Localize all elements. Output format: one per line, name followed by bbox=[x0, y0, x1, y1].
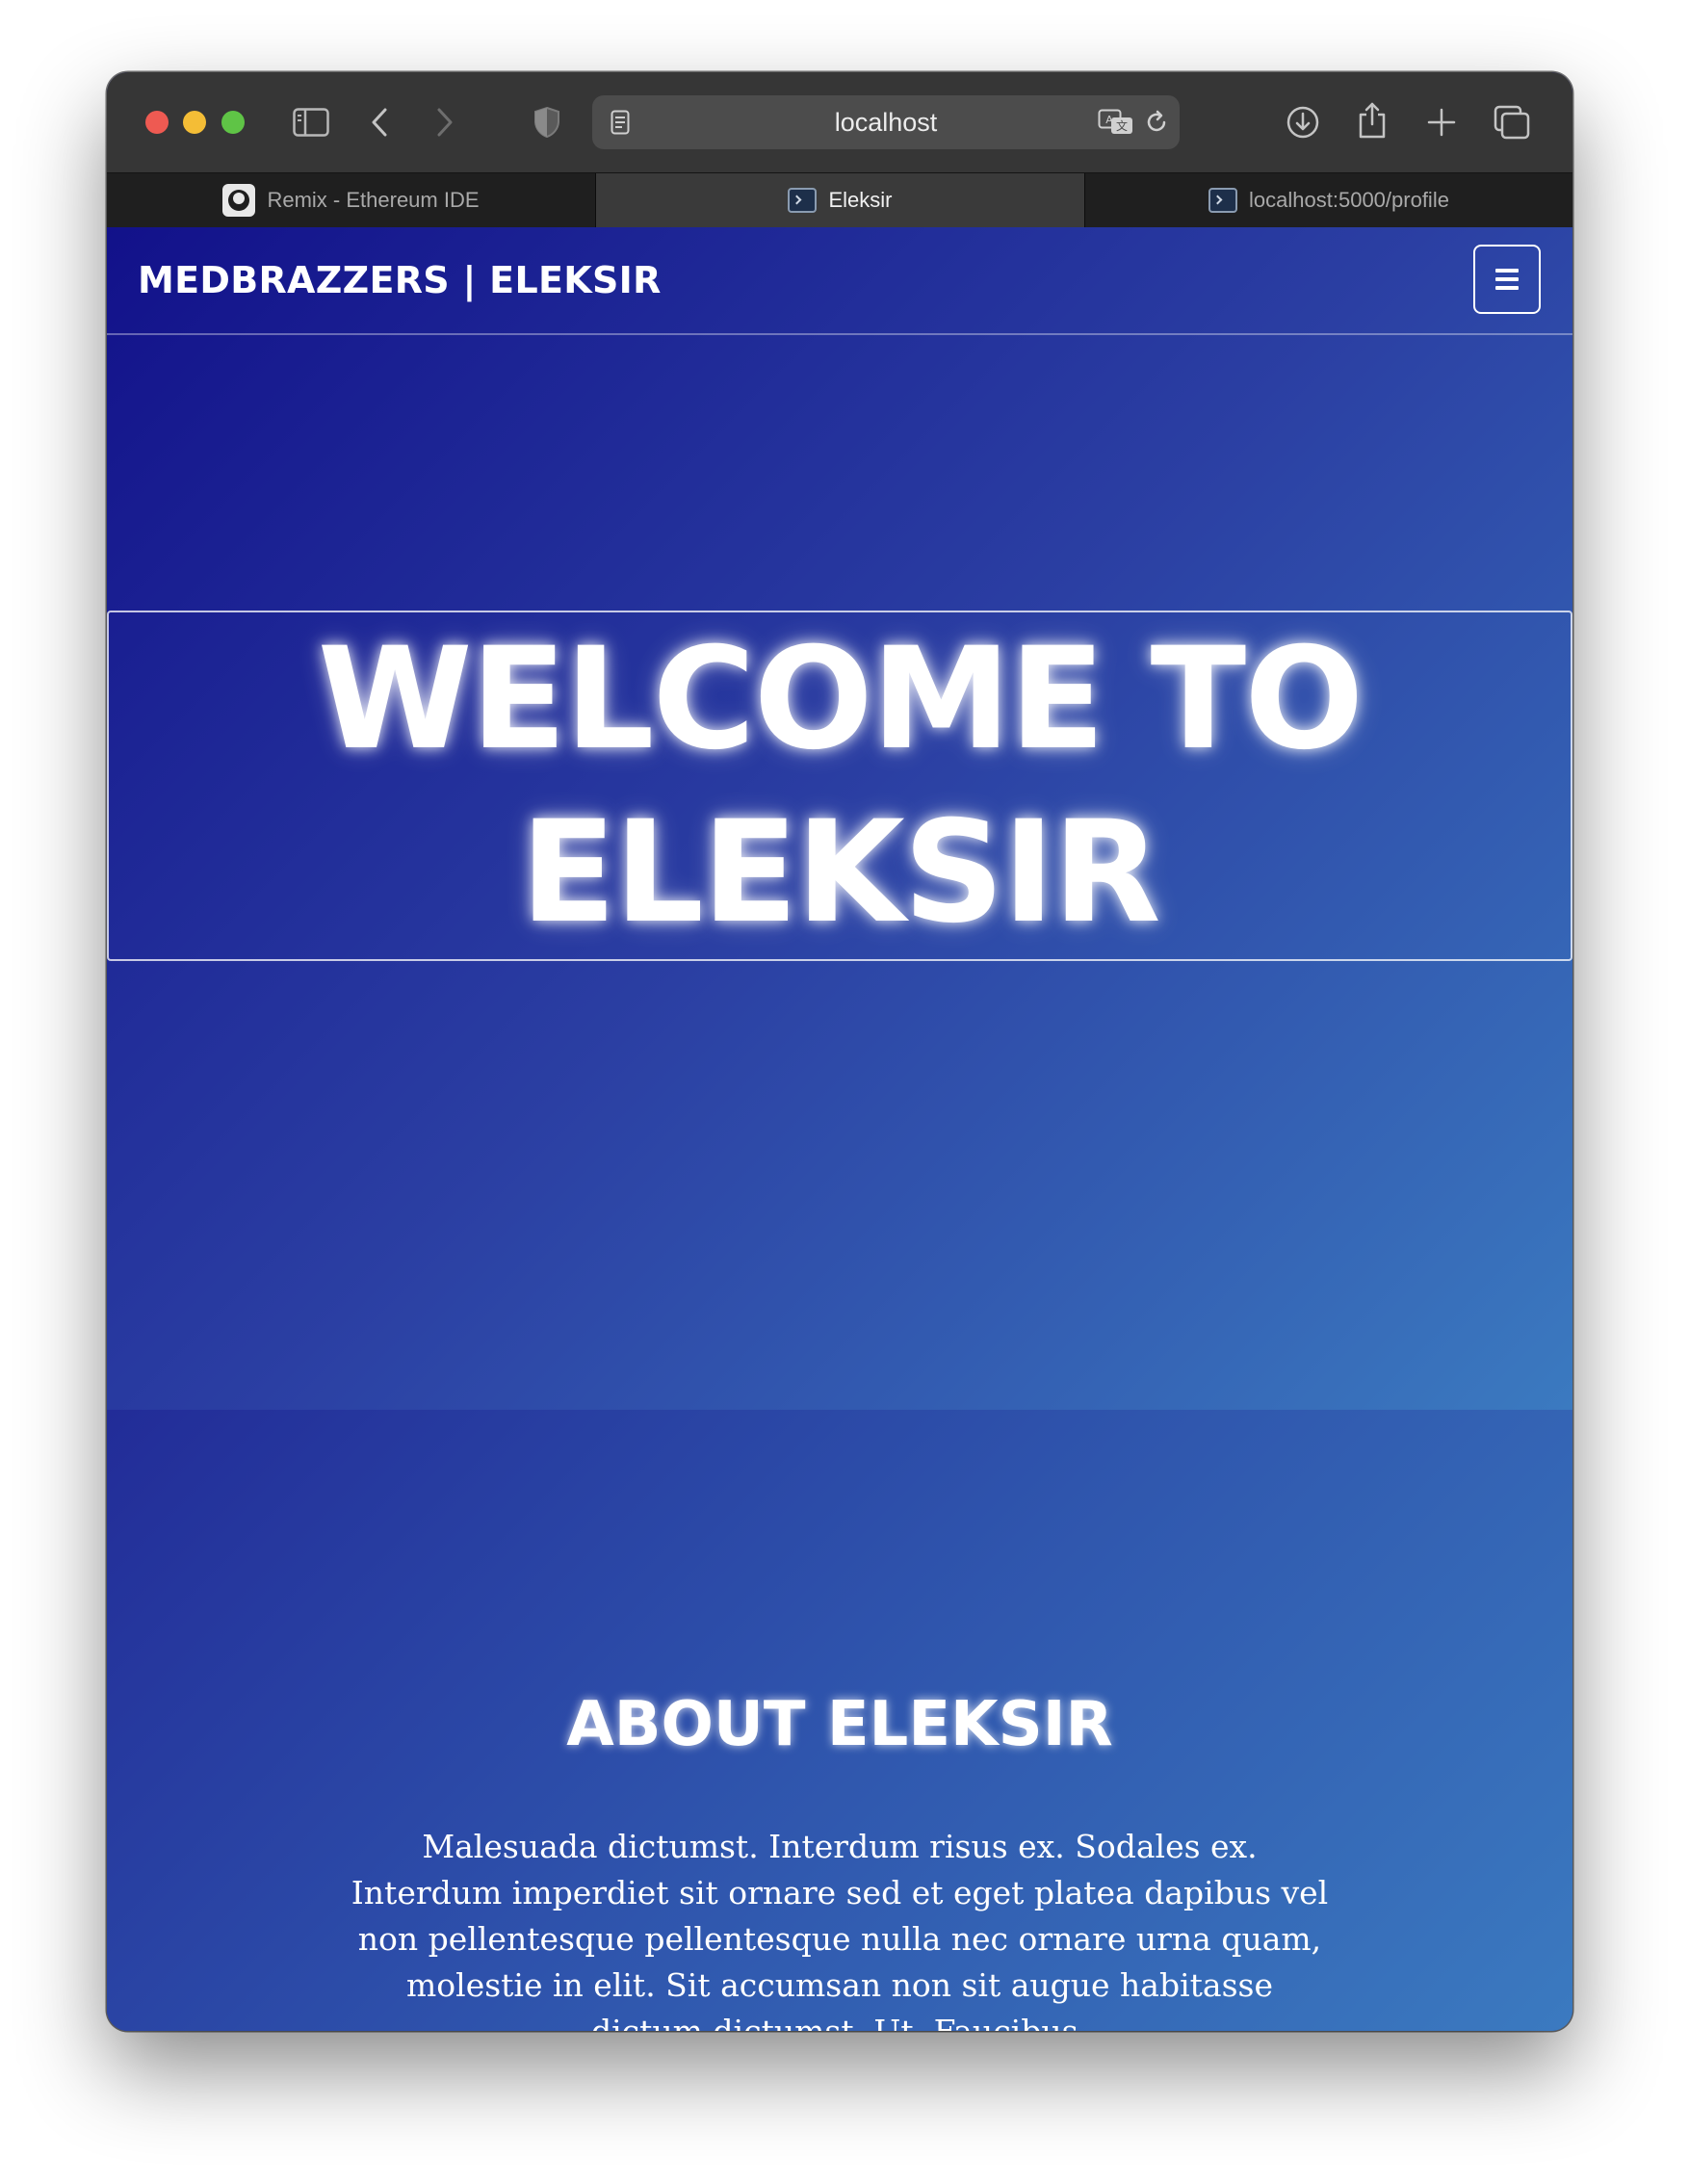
terminal-icon bbox=[788, 188, 818, 213]
site-navbar: MEDBRAZZERS | ELEKSIR bbox=[107, 227, 1572, 335]
minimize-window-button[interactable] bbox=[183, 111, 206, 134]
svg-text:文: 文 bbox=[1116, 118, 1128, 133]
tab-label: Eleksir bbox=[828, 188, 893, 212]
forward-icon[interactable] bbox=[430, 105, 459, 140]
zoom-window-button[interactable] bbox=[221, 111, 245, 134]
tab-bar: Remix - Ethereum IDE Eleksir localhost:5… bbox=[107, 172, 1572, 228]
web-page: WELCOME TO ELEKSIR MEDBRAZZERS | ELEKSIR… bbox=[107, 227, 1572, 2031]
privacy-shield-icon[interactable] bbox=[533, 105, 561, 140]
translate-icon[interactable]: 文A bbox=[1097, 107, 1135, 138]
hero-title: WELCOME TO ELEKSIR bbox=[317, 617, 1364, 954]
browser-toolbar: localhost 文A bbox=[107, 72, 1572, 172]
tab-overview-icon[interactable] bbox=[1492, 103, 1532, 142]
new-tab-icon[interactable] bbox=[1422, 103, 1461, 142]
about-section: ABOUT ELEKSIR Malesuada dictumst. Interd… bbox=[107, 1410, 1572, 2031]
url-text[interactable]: localhost bbox=[592, 95, 1180, 149]
terminal-icon bbox=[1208, 188, 1238, 213]
tab-label: Remix - Ethereum IDE bbox=[267, 188, 480, 212]
address-bar[interactable]: localhost 文A bbox=[592, 95, 1180, 149]
close-window-button[interactable] bbox=[145, 111, 169, 134]
tab-profile[interactable]: localhost:5000/profile bbox=[1085, 173, 1572, 227]
tab-eleksir[interactable]: Eleksir bbox=[596, 173, 1084, 227]
sidebar-toggle-icon[interactable] bbox=[291, 105, 331, 140]
downloads-icon[interactable] bbox=[1284, 103, 1322, 142]
site-brand[interactable]: MEDBRAZZERS | ELEKSIR bbox=[138, 227, 662, 333]
hero-banner: WELCOME TO ELEKSIR bbox=[107, 611, 1572, 961]
tab-remix[interactable]: Remix - Ethereum IDE bbox=[107, 173, 595, 227]
svg-text:A: A bbox=[1105, 114, 1113, 126]
hero-section: WELCOME TO ELEKSIR bbox=[107, 227, 1572, 1410]
back-icon[interactable] bbox=[365, 105, 394, 140]
tab-label: localhost:5000/profile bbox=[1249, 188, 1449, 212]
remix-logo-icon bbox=[222, 184, 256, 217]
share-icon[interactable] bbox=[1353, 99, 1391, 142]
browser-window: localhost 文A Remix - Ethereum IDE Eleksi… bbox=[107, 72, 1572, 2031]
hamburger-menu-button[interactable] bbox=[1473, 245, 1541, 314]
hamburger-icon bbox=[1495, 269, 1519, 273]
about-text: Malesuada dictumst. Interdum risus ex. S… bbox=[351, 1828, 1329, 2031]
about-title: ABOUT ELEKSIR bbox=[566, 1689, 1113, 1760]
reload-icon[interactable] bbox=[1141, 107, 1172, 138]
